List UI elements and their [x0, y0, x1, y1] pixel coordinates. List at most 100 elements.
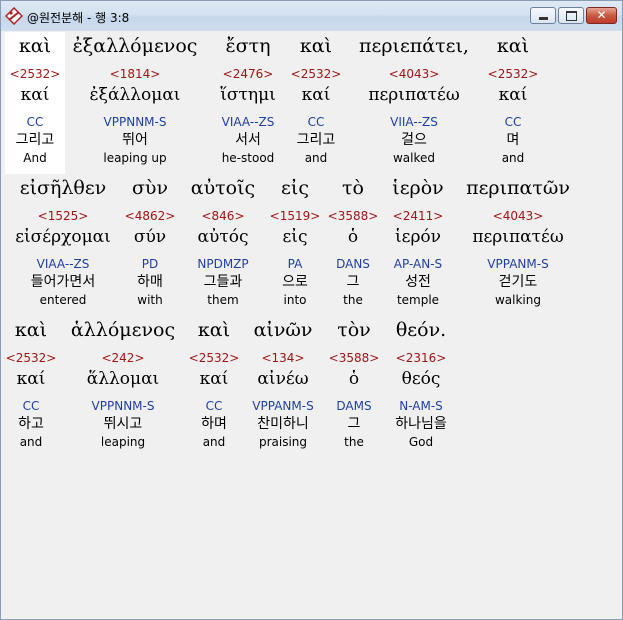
parsing-code: DAMS: [336, 399, 372, 413]
korean-gloss: 찬미하니: [257, 416, 309, 432]
korean-gloss: 그리고: [296, 132, 336, 148]
lemma: περιπατέω: [368, 85, 460, 105]
lemma: ἵστημι: [220, 85, 276, 105]
word-cell[interactable]: εἰσῆλθεν <1525> εἰσέρχομαι VIAA--ZS 들어가면…: [5, 175, 121, 309]
interlinear-panel: καὶ <2532> καί CC 그리고 And ἐξαλλόμενος <1…: [5, 32, 617, 614]
parsing-code: CC: [307, 115, 325, 129]
lemma: ὁ: [347, 227, 359, 247]
parsing-code: CC: [22, 399, 40, 413]
lemma: ἱερόν: [394, 227, 442, 247]
maximize-button[interactable]: [558, 7, 584, 24]
word-cell[interactable]: καὶ <2532> καί CC 하며 and: [187, 317, 241, 451]
word-cell[interactable]: καὶ <2532> καί CC 며 and: [483, 33, 543, 167]
lemma: θεός: [401, 369, 441, 389]
strong-number[interactable]: <3588>: [327, 349, 381, 367]
english-gloss: and: [19, 435, 43, 449]
korean-gloss: 하매: [137, 274, 163, 290]
strong-number[interactable]: <242>: [63, 349, 183, 367]
greek-word: θεόν.: [395, 319, 447, 341]
word-cell[interactable]: ἔστη <2476> ἵστημι VIAA--ZS 서서 he-stood: [212, 33, 284, 167]
word-cell[interactable]: καὶ <2532> καί CC 그리고 And: [5, 33, 65, 167]
english-gloss: walking: [494, 293, 541, 307]
word-cell[interactable]: εἰς <1519> εἰς PA 으로 into: [267, 175, 323, 309]
strong-number[interactable]: <2532>: [286, 65, 346, 83]
parsing-code: VPPANM-S: [487, 257, 549, 271]
lemma: καί: [498, 85, 528, 105]
word-cell[interactable]: ἁλλόμενος <242> ἅλλομαι VPPNNM-S 뛰시고 lea…: [63, 317, 183, 451]
parsing-code: PD: [141, 257, 159, 271]
english-gloss: them: [207, 293, 239, 307]
word-cell[interactable]: περιπατῶν <4043> περιπατέω VPPANM-S 걷기도 …: [455, 175, 581, 309]
strong-number[interactable]: <1525>: [5, 207, 121, 225]
word-cell[interactable]: αἰνῶν <134> αἰνέω VPPANM-S 찬미하니 praising: [245, 317, 321, 451]
greek-word: καὶ: [299, 35, 333, 57]
strong-number[interactable]: <4862>: [121, 207, 179, 225]
strong-number[interactable]: <846>: [181, 207, 265, 225]
strong-number[interactable]: <2532>: [187, 349, 241, 367]
parsing-code: AP-AN-S: [393, 257, 443, 271]
korean-gloss: 그: [346, 274, 360, 290]
english-gloss: with: [137, 293, 163, 307]
english-gloss: and: [304, 151, 328, 165]
word-cell[interactable]: σὺν <4862> σύν PD 하매 with: [121, 175, 179, 309]
parsing-code: VPPANM-S: [252, 399, 314, 413]
word-cell[interactable]: περιεπάτει, <4043> περιπατέω VIIA--ZS 걸으…: [348, 33, 480, 167]
strong-number[interactable]: <1814>: [67, 65, 203, 83]
parsing-code: VIIA--ZS: [390, 115, 438, 129]
close-button[interactable]: ✕: [586, 7, 617, 24]
lemma: καί: [199, 369, 229, 389]
english-gloss: leaping up: [103, 151, 167, 165]
english-gloss: praising: [258, 435, 308, 449]
korean-gloss: 며: [506, 132, 520, 148]
strong-number[interactable]: <2316>: [385, 349, 457, 367]
korean-gloss: 들어가면서: [30, 274, 96, 290]
greek-word: εἰσῆλθεν: [19, 177, 107, 199]
parsing-code: VPPNNM-S: [91, 399, 155, 413]
app-logo-icon: [5, 7, 23, 25]
korean-gloss: 하고: [18, 416, 44, 432]
english-gloss: And: [23, 151, 47, 165]
word-cell[interactable]: τὸ <3588> ὁ DANS 그 the: [325, 175, 381, 309]
english-gloss: leaping: [100, 435, 146, 449]
word-cell[interactable]: ἱερὸν <2411> ἱερόν AP-AN-S 성전 temple: [383, 175, 453, 309]
greek-word: καὶ: [18, 35, 52, 57]
strong-number[interactable]: <1519>: [267, 207, 323, 225]
greek-word: περιπατῶν: [466, 177, 570, 199]
english-gloss: walked: [392, 151, 436, 165]
english-gloss: into: [283, 293, 307, 307]
word-cell[interactable]: θεόν. <2316> θεός N-AM-S 하나님을 God: [385, 317, 457, 451]
strong-number[interactable]: <2476>: [212, 65, 284, 83]
parsing-code: VIAA--ZS: [221, 115, 275, 129]
parsing-code: NPDMZP: [197, 257, 249, 271]
lemma: αὐτός: [197, 227, 249, 247]
korean-gloss: 그리고: [15, 132, 55, 148]
word-cell[interactable]: καὶ <2532> καί CC 그리고 and: [286, 33, 346, 167]
strong-number[interactable]: <2532>: [5, 349, 57, 367]
greek-word: εἰς: [281, 177, 309, 199]
lemma: περιπατέω: [472, 227, 564, 247]
word-cell[interactable]: τὸν <3588> ὁ DAMS 그 the: [327, 317, 381, 451]
strong-number[interactable]: <4043>: [455, 207, 581, 225]
parsing-code: CC: [205, 399, 223, 413]
english-gloss: the: [344, 435, 364, 449]
minimize-button[interactable]: [530, 7, 556, 24]
greek-word: καὶ: [197, 319, 231, 341]
parsing-code: VIAA--ZS: [36, 257, 90, 271]
word-cell[interactable]: αὐτοῖς <846> αὐτός NPDMZP 그들과 them: [181, 175, 265, 309]
strong-number[interactable]: <4043>: [348, 65, 480, 83]
strong-number[interactable]: <134>: [245, 349, 321, 367]
korean-gloss: 그: [347, 416, 361, 432]
minimize-icon: [539, 17, 548, 20]
word-cell[interactable]: ἐξαλλόμενος <1814> ἐξάλλομαι VPPNNM-S 뛰어…: [67, 33, 203, 167]
lemma: ὁ: [348, 369, 360, 389]
strong-number[interactable]: <2532>: [483, 65, 543, 83]
greek-word: τὸν: [337, 319, 371, 341]
window-title: @원전분해 - 행 3:8: [27, 11, 130, 25]
lemma: καί: [16, 369, 46, 389]
word-cell[interactable]: καὶ <2532> καί CC 하고 and: [5, 317, 57, 451]
title-bar[interactable]: @원전분해 - 행 3:8 ✕: [1, 1, 622, 31]
strong-number[interactable]: <3588>: [325, 207, 381, 225]
strong-number[interactable]: <2532>: [5, 65, 65, 83]
strong-number[interactable]: <2411>: [383, 207, 453, 225]
korean-gloss: 으로: [282, 274, 308, 290]
